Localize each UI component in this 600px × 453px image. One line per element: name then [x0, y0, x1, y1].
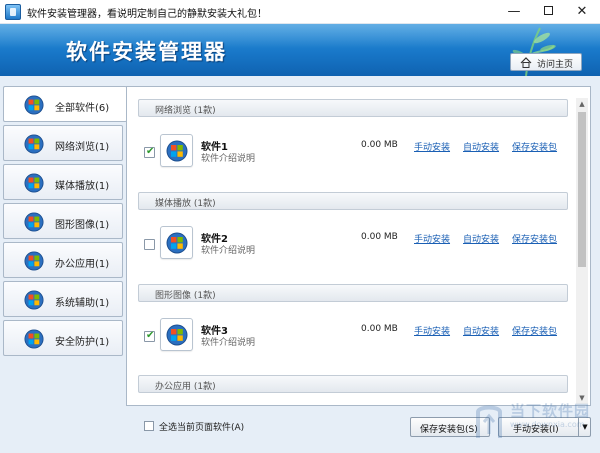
- windows-logo-icon: [24, 134, 44, 154]
- software-icon-tile: [160, 226, 193, 259]
- manual-install-button[interactable]: 手动安装(I) ▼: [498, 417, 591, 437]
- sidebar-item-label: 系统辅助(1): [55, 298, 110, 309]
- save-package-link[interactable]: 保存安装包: [512, 232, 557, 245]
- home-button-label: 访问主页: [537, 60, 574, 70]
- save-package-label: 保存安装包(S): [420, 425, 478, 435]
- category-header: 媒体播放 (1款): [138, 192, 568, 210]
- sidebar-item[interactable]: 全部软件(6): [3, 86, 127, 122]
- sidebar-item-label: 图形图像(1): [55, 220, 110, 231]
- app-icon: [5, 4, 21, 20]
- dropdown-caret-icon[interactable]: ▼: [578, 418, 591, 436]
- title-bar: 软件安装管理器，看说明定制自己的静默安装大礼包！ — ✕: [0, 0, 600, 24]
- category-header: 办公应用 (1款): [138, 375, 568, 393]
- window-title: 软件安装管理器，看说明定制自己的静默安装大礼包！: [27, 9, 267, 20]
- software-size: 0.00 MB: [361, 324, 398, 334]
- manual-install-link[interactable]: 手动安装: [414, 140, 450, 153]
- software-description: 软件介绍说明: [201, 338, 256, 348]
- manual-install-link[interactable]: 手动安装: [414, 232, 450, 245]
- scroll-up-icon[interactable]: ▲: [576, 98, 588, 110]
- software-row: ✔ 软件1 软件介绍说明 0.00 MB 手动安装 自动安装 保存安装包: [127, 128, 577, 178]
- scroll-down-icon[interactable]: ▼: [576, 392, 588, 404]
- windows-logo-icon: [166, 324, 188, 346]
- category-header-label: 网络浏览 (1款): [155, 106, 216, 116]
- category-header-label: 办公应用 (1款): [155, 382, 216, 392]
- windows-logo-icon: [24, 290, 44, 310]
- software-size: 0.00 MB: [361, 140, 398, 150]
- windows-logo-icon: [24, 251, 44, 271]
- sidebar-item-label: 媒体播放(1): [55, 181, 110, 192]
- software-description: 软件介绍说明: [201, 154, 256, 164]
- windows-logo-icon: [24, 212, 44, 232]
- select-all-label: 全选当前页面软件(A): [159, 423, 245, 433]
- save-package-link[interactable]: 保存安装包: [512, 140, 557, 153]
- check-mark-icon: ✔: [146, 146, 155, 157]
- sidebar-item[interactable]: 系统辅助(1): [3, 281, 123, 317]
- home-icon: [520, 57, 532, 68]
- maximize-icon: [543, 6, 553, 15]
- windows-logo-icon: [24, 95, 44, 115]
- software-row: ✔ 软件3 软件介绍说明 0.00 MB 手动安装 自动安装 保存安装包: [127, 312, 577, 362]
- windows-logo-icon: [24, 173, 44, 193]
- sidebar-item-label: 网络浏览(1): [55, 142, 110, 153]
- maximize-button[interactable]: [531, 0, 565, 24]
- auto-install-link[interactable]: 自动安装: [463, 140, 499, 153]
- category-header: 网络浏览 (1款): [138, 99, 568, 117]
- software-icon-tile: [160, 318, 193, 351]
- sidebar-item-label: 安全防护(1): [55, 337, 110, 348]
- visit-homepage-button[interactable]: 访问主页: [510, 53, 582, 71]
- auto-install-link[interactable]: 自动安装: [463, 232, 499, 245]
- scroll-thumb[interactable]: [578, 112, 586, 267]
- category-header: 图形图像 (1款): [138, 284, 568, 302]
- sidebar-item[interactable]: 网络浏览(1): [3, 125, 123, 161]
- save-package-button[interactable]: 保存安装包(S): [410, 417, 490, 437]
- software-description: 软件介绍说明: [201, 246, 256, 256]
- software-checkbox[interactable]: [144, 239, 155, 250]
- sidebar-item[interactable]: 图形图像(1): [3, 203, 123, 239]
- category-header-label: 图形图像 (1款): [155, 291, 216, 301]
- auto-install-link[interactable]: 自动安装: [463, 324, 499, 337]
- sidebar-item[interactable]: 办公应用(1): [3, 242, 123, 278]
- windows-logo-icon: [24, 329, 44, 349]
- minimize-button[interactable]: —: [497, 0, 531, 24]
- sidebar-item[interactable]: 安全防护(1): [3, 320, 123, 356]
- check-mark-icon: ✔: [146, 330, 155, 341]
- software-checkbox[interactable]: ✔: [144, 146, 155, 158]
- sidebar-item-label: 全部软件(6): [55, 103, 110, 114]
- software-list-panel: 网络浏览 (1款) 媒体播放 (1款) 图形图像 (1款) 办公应用 (1款) ✔ 软件1…: [126, 86, 591, 406]
- save-package-link[interactable]: 保存安装包: [512, 324, 557, 337]
- banner-title: 软件安装管理器: [66, 40, 227, 64]
- software-checkbox[interactable]: ✔: [144, 330, 155, 342]
- windows-logo-icon: [166, 232, 188, 254]
- manual-install-link[interactable]: 手动安装: [414, 324, 450, 337]
- software-icon-tile: [160, 134, 193, 167]
- sidebar-item[interactable]: 媒体播放(1): [3, 164, 123, 200]
- category-header-label: 媒体播放 (1款): [155, 199, 216, 209]
- close-button[interactable]: ✕: [565, 0, 599, 24]
- select-all-box[interactable]: [144, 421, 154, 431]
- sidebar-item-label: 办公应用(1): [55, 259, 110, 270]
- software-row: 软件2 软件介绍说明 0.00 MB 手动安装 自动安装 保存安装包: [127, 220, 577, 270]
- windows-logo-icon: [166, 140, 188, 162]
- software-size: 0.00 MB: [361, 232, 398, 242]
- manual-install-label: 手动安装(I): [513, 425, 559, 435]
- vertical-scrollbar[interactable]: ▲ ▼: [576, 98, 588, 404]
